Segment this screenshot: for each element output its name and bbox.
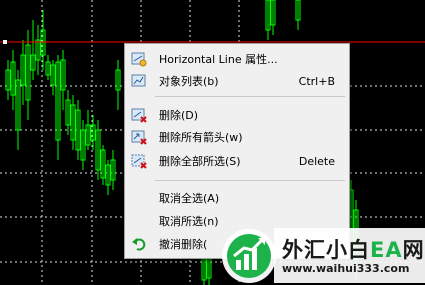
menu-item-delete[interactable]: 删除(D) bbox=[127, 105, 347, 125]
delete-icon bbox=[131, 108, 147, 123]
menu-label-delete: 删除(D) bbox=[159, 109, 199, 122]
watermark: 外汇小白EA网 www.waihui333.com bbox=[212, 226, 425, 285]
menu-item-object-list[interactable]: 对象列表(b) Ctrl+B bbox=[127, 71, 347, 91]
watermark-logo-icon bbox=[222, 229, 276, 283]
delete-arrows-icon bbox=[131, 130, 147, 145]
delete-selected-icon bbox=[131, 154, 147, 169]
menu-label-unselect: 取消所选(n) bbox=[159, 215, 219, 228]
line-properties-icon bbox=[131, 52, 147, 67]
menu-separator bbox=[155, 180, 345, 181]
menu-separator bbox=[155, 96, 345, 97]
watermark-name-part2: EA bbox=[370, 238, 403, 262]
menu-label-undo-delete: 撤消删除( bbox=[159, 238, 208, 251]
menu-item-delete-arrows[interactable]: 删除所有箭头(w) bbox=[127, 127, 347, 147]
menu-item-unselect-all[interactable]: 取消全选(A) bbox=[127, 188, 347, 208]
menu-shortcut-object-list: Ctrl+B bbox=[298, 74, 335, 88]
menu-item-line-properties[interactable]: Horizontal Line 属性... bbox=[127, 49, 347, 69]
menu-label-delete-arrows: 删除所有箭头(w) bbox=[159, 131, 243, 144]
watermark-name-part3: 网 bbox=[402, 238, 425, 262]
menu-label-object-list: 对象列表(b) bbox=[159, 75, 219, 88]
menu-label-unselect-all: 取消全选(A) bbox=[159, 192, 220, 205]
watermark-name-part1: 外汇小白 bbox=[282, 238, 370, 262]
object-list-icon bbox=[131, 74, 146, 87]
watermark-title: 外汇小白EA网 bbox=[282, 234, 425, 264]
menu-shortcut-delete-selected: Delete bbox=[298, 154, 335, 168]
undo-icon bbox=[132, 238, 146, 251]
horizontal-line-handle[interactable] bbox=[3, 40, 7, 44]
menu-label-line-properties: Horizontal Line 属性... bbox=[159, 53, 278, 66]
watermark-url: www.waihui333.com bbox=[282, 262, 410, 275]
menu-item-delete-selected[interactable]: 删除全部所选(S) Delete bbox=[127, 151, 347, 171]
menu-label-delete-selected: 删除全部所选(S) bbox=[159, 155, 241, 168]
